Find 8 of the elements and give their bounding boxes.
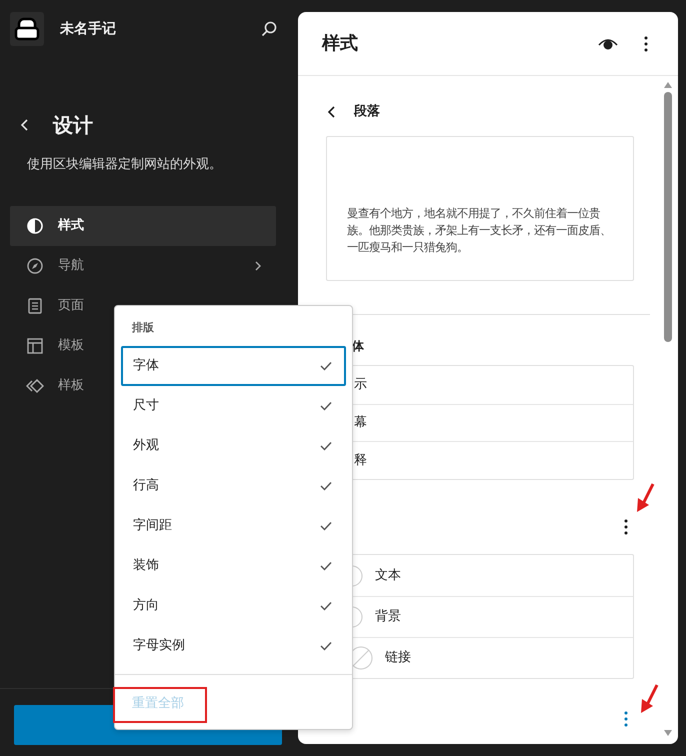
site-title: 未名手记 [60,20,117,38]
breadcrumb-title: 段落 [354,103,380,122]
menu-heading: 排版 [130,320,155,336]
section-heading: 体 [351,338,365,355]
panel-title: 样式 [322,32,359,56]
section-description: 使用区块编辑器定制网站的外观。 [27,156,223,174]
section-title: 设计 [53,112,93,139]
preview-text: 曼查有个地方，地名就不用提了，不久前住着一位贵族。他那类贵族，矛架上有一支长矛，还有一面皮盾、一匹瘦马和一只猎兔狗。 [347,206,612,256]
